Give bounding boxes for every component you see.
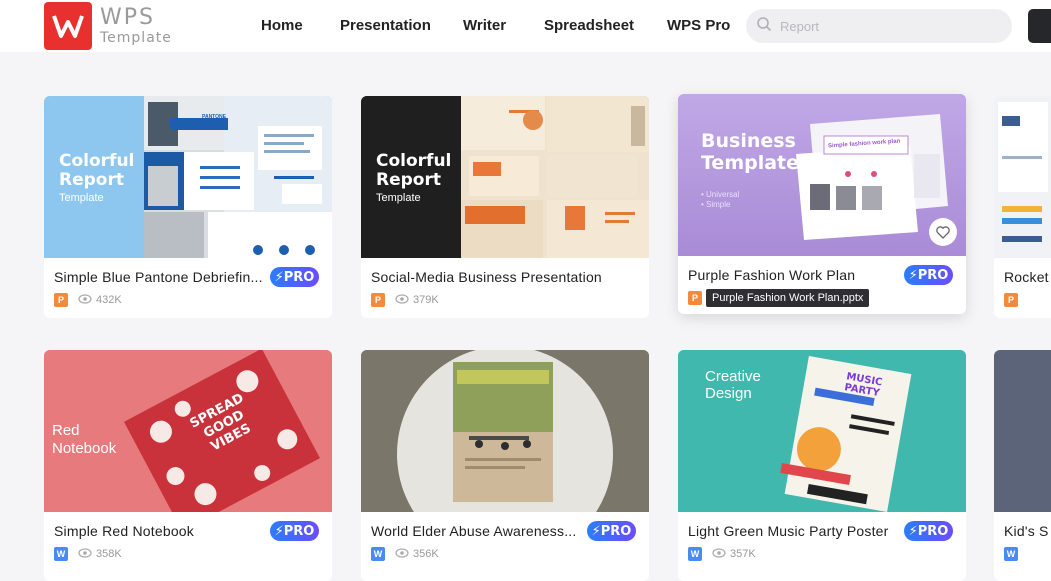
thumb-heading: Red Notebook xyxy=(52,422,117,457)
nav-spreadsheet[interactable]: Spreadsheet xyxy=(544,17,634,34)
template-card[interactable]: Creative Design MUSIC PARTY Light Green … xyxy=(678,350,966,581)
template-meta: P 432K xyxy=(54,293,122,307)
template-meta: W xyxy=(1004,547,1018,561)
pro-badge: ⚡ PRO xyxy=(904,521,953,541)
writer-file-icon: W xyxy=(54,547,68,561)
view-count: 379K xyxy=(413,294,439,306)
template-card[interactable]: World Elder Abuse Awareness... ⚡ PRO W 35… xyxy=(361,350,649,581)
search-bar[interactable] xyxy=(746,9,1012,43)
presentation-file-icon: P xyxy=(371,293,385,307)
presentation-file-icon: P xyxy=(688,291,702,305)
template-title[interactable]: Kid's S xyxy=(1004,523,1051,539)
template-thumbnail[interactable]: Red Notebook SPREAD GOOD VIBES xyxy=(44,350,332,512)
search-icon[interactable] xyxy=(756,16,772,37)
favorite-heart-icon[interactable] xyxy=(929,218,957,246)
template-meta: W 357K xyxy=(688,547,756,561)
template-title[interactable]: Social-Media Business Presentation xyxy=(371,269,641,285)
pro-badge-label: PRO xyxy=(283,269,315,285)
template-title[interactable]: World Elder Abuse Awareness... xyxy=(371,523,581,539)
writer-file-icon: W xyxy=(371,547,385,561)
template-thumbnail[interactable]: Creative Design MUSIC PARTY xyxy=(678,350,966,512)
template-meta: P xyxy=(688,291,702,305)
view-count: 358K xyxy=(96,548,122,560)
template-thumbnail[interactable]: Colorful Report Template PANTONE xyxy=(44,96,332,258)
template-card[interactable]: Colorful Report Template Social-Media Bu… xyxy=(361,96,649,318)
pro-badge: ⚡ PRO xyxy=(904,265,953,285)
logo-subtitle: Template xyxy=(100,30,172,46)
eye-icon xyxy=(78,547,92,561)
eye-icon xyxy=(395,547,409,561)
thumb-heading: Colorful Report xyxy=(376,151,452,190)
template-thumbnail[interactable] xyxy=(361,350,649,512)
nav-writer[interactable]: Writer xyxy=(463,17,506,34)
template-card[interactable]: Kid's S W xyxy=(994,350,1051,581)
eye-icon xyxy=(712,547,726,561)
top-navbar: WPS Template Home Presentation Writer Sp… xyxy=(0,0,1051,52)
template-title[interactable]: Light Green Music Party Poster xyxy=(688,523,898,539)
thumb-bullets: • Universal • Simple xyxy=(701,190,740,209)
eye-icon xyxy=(395,293,409,307)
pro-badge: ⚡ PRO xyxy=(587,521,636,541)
template-thumbnail[interactable]: Business Template • Universal • Simple S… xyxy=(678,94,966,256)
wps-logo-icon xyxy=(44,2,92,50)
writer-file-icon: W xyxy=(688,547,702,561)
thumb-doc-label: PANTONE xyxy=(202,114,226,120)
pro-badge-label: PRO xyxy=(917,267,949,283)
logo-wordmark: WPS xyxy=(100,5,155,30)
nav-home[interactable]: Home xyxy=(261,17,303,34)
presentation-file-icon: P xyxy=(1004,293,1018,307)
template-thumbnail[interactable] xyxy=(994,96,1051,258)
template-meta: P xyxy=(1004,293,1018,307)
thumb-heading: Creative Design xyxy=(705,368,761,402)
template-thumbnail[interactable] xyxy=(994,350,1051,512)
header-action-button[interactable] xyxy=(1028,9,1051,43)
pro-badge: ⚡ PRO xyxy=(270,521,319,541)
template-title[interactable]: Simple Blue Pantone Debriefin... xyxy=(54,269,264,285)
view-count: 432K xyxy=(96,294,122,306)
pro-badge-label: PRO xyxy=(917,523,949,539)
template-title[interactable]: Simple Red Notebook xyxy=(54,523,264,539)
presentation-file-icon: P xyxy=(54,293,68,307)
wps-template-logo[interactable]: WPS Template xyxy=(44,2,172,50)
pro-badge: ⚡ PRO xyxy=(270,267,319,287)
search-input[interactable] xyxy=(780,18,980,34)
template-title[interactable]: Purple Fashion Work Plan xyxy=(688,267,898,283)
template-title[interactable]: Rocket xyxy=(1004,269,1051,285)
view-count: 356K xyxy=(413,548,439,560)
template-meta: W 356K xyxy=(371,547,439,561)
writer-file-icon: W xyxy=(1004,547,1018,561)
template-card[interactable]: Rocket P xyxy=(994,96,1051,318)
template-card[interactable]: Colorful Report Template PANTONE Simple … xyxy=(44,96,332,318)
thumb-heading: Business Template xyxy=(701,130,800,174)
template-card[interactable]: Business Template • Universal • Simple S… xyxy=(678,94,966,314)
nav-wps-pro[interactable]: WPS Pro xyxy=(667,17,730,34)
pro-badge-label: PRO xyxy=(283,523,315,539)
thumb-subheading: Template xyxy=(376,192,421,204)
page: WPS Template Home Presentation Writer Sp… xyxy=(0,0,1051,581)
eye-icon xyxy=(78,293,92,307)
template-thumbnail[interactable]: Colorful Report Template xyxy=(361,96,649,258)
view-count: 357K xyxy=(730,548,756,560)
nav-presentation[interactable]: Presentation xyxy=(340,17,431,34)
thumb-subheading: Template xyxy=(59,192,104,204)
filename-tooltip: Purple Fashion Work Plan.pptx xyxy=(706,289,870,307)
pro-badge-label: PRO xyxy=(600,523,632,539)
template-meta: P 379K xyxy=(371,293,439,307)
template-card[interactable]: Red Notebook SPREAD GOOD VIBES Simple Re… xyxy=(44,350,332,581)
thumb-heading: Colorful Report xyxy=(59,151,135,190)
template-meta: W 358K xyxy=(54,547,122,561)
